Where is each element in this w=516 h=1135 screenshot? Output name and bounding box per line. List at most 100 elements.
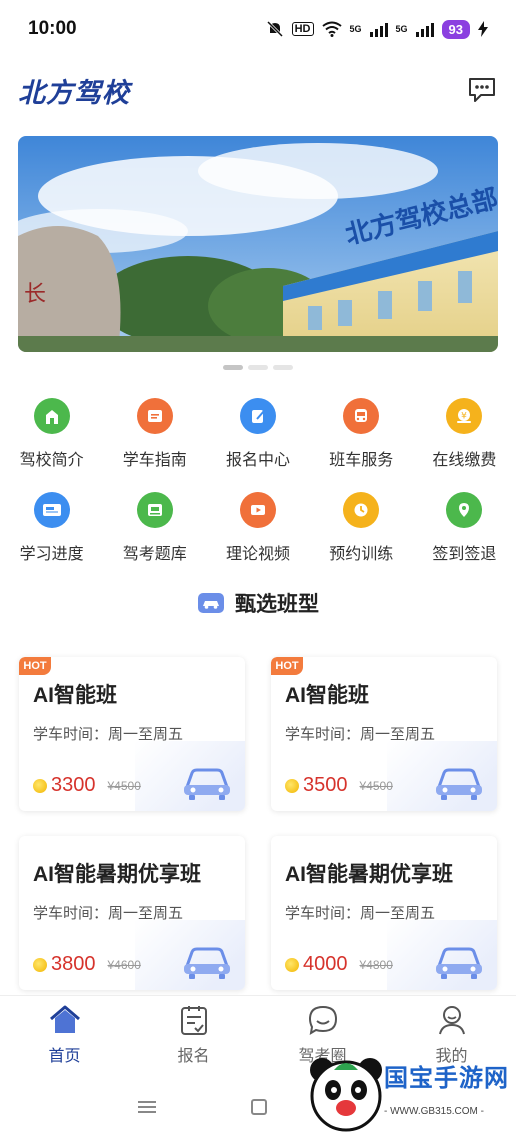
- grid-item-signup-center[interactable]: 报名中心: [206, 398, 309, 470]
- watermark-url: - WWW.GB315.COM -: [384, 1106, 484, 1117]
- grid-item-booking-training[interactable]: 预约训练: [310, 492, 413, 564]
- car-badge-icon: [198, 593, 224, 613]
- grid-label: 签到签退: [432, 546, 497, 563]
- signal-icon-2: [415, 21, 434, 37]
- payment-icon: ¥: [446, 398, 483, 434]
- grid-label: 驾校简介: [19, 452, 84, 469]
- price-row: 3800 ¥4600: [33, 953, 141, 976]
- panda-logo: [310, 1058, 382, 1132]
- banner-image: 长 北方驾校总部: [18, 136, 498, 352]
- class-title: AI智能班: [285, 684, 369, 707]
- tab-label: 报名: [177, 1048, 210, 1065]
- grid-item-check-in-out[interactable]: 签到签退: [413, 492, 516, 564]
- wifi-icon: [321, 21, 342, 37]
- grid-item-school-intro[interactable]: 驾校简介: [0, 398, 103, 470]
- class-card[interactable]: AI智能暑期优享班 学车时间：周一至周五 4000 ¥4800: [271, 836, 497, 990]
- status-bar: 10:00 HD 5G 5G 93: [0, 0, 516, 58]
- message-icon: [469, 78, 495, 102]
- original-price: ¥4600: [107, 957, 141, 972]
- grid-label: 学车指南: [122, 452, 187, 469]
- progress-icon: [33, 492, 70, 528]
- carousel-dot[interactable]: [248, 365, 268, 370]
- mute-bell-icon: [266, 20, 283, 38]
- network-label-2: 5G: [395, 24, 408, 34]
- bus-icon: [343, 398, 380, 434]
- app-title: 北方驾校: [18, 77, 130, 108]
- car-icon: [184, 768, 230, 800]
- grid-label: 报名中心: [225, 452, 290, 469]
- carousel-indicator[interactable]: [0, 365, 516, 370]
- car-icon: [436, 768, 482, 800]
- tab-label: 首页: [48, 1048, 81, 1065]
- hot-badge: HOT: [271, 657, 303, 675]
- class-title: AI智能班: [33, 684, 117, 707]
- car-icon: [184, 947, 230, 979]
- grid-label: 班车服务: [329, 452, 394, 469]
- feature-grid: 驾校简介 学车指南 报名中心 班车服务 ¥ 在线缴费 学习进度 驾考题库 理论视…: [0, 398, 516, 564]
- message-button[interactable]: [466, 74, 498, 106]
- svg-text:¥: ¥: [462, 412, 468, 422]
- class-title: AI智能暑期优享班: [285, 863, 453, 886]
- app-header: 北方驾校: [0, 62, 516, 118]
- price: 3300: [51, 774, 96, 796]
- question-bank-icon: [136, 492, 173, 528]
- home-icon: [49, 1005, 80, 1033]
- grid-label: 理论视频: [225, 546, 290, 563]
- class-card[interactable]: HOT AI智能班 学车时间：周一至周五 3300 ¥4500: [19, 657, 245, 811]
- coin-icon: [285, 778, 299, 793]
- charging-icon: [478, 21, 488, 37]
- class-schedule: 学车时间：周一至周五: [33, 726, 184, 743]
- class-card[interactable]: HOT AI智能班 学车时间：周一至周五 3500 ¥4500: [271, 657, 497, 811]
- recent-apps-button[interactable]: [137, 1098, 156, 1116]
- status-time: 10:00: [28, 18, 77, 39]
- watermark-text: 国宝手游网: [384, 1065, 509, 1092]
- banner-carousel[interactable]: 长 北方驾校总部: [18, 136, 498, 352]
- grid-label: 在线缴费: [432, 452, 497, 469]
- coin-icon: [33, 778, 47, 793]
- school-icon: [33, 398, 70, 434]
- tab-signup[interactable]: 报名: [129, 996, 258, 1075]
- grid-item-theory-video[interactable]: 理论视频: [206, 492, 309, 564]
- home-button[interactable]: [250, 1098, 267, 1115]
- grid-item-online-payment[interactable]: ¥ 在线缴费: [413, 398, 516, 470]
- class-schedule: 学车时间：周一至周五: [33, 905, 184, 922]
- grid-label: 学习进度: [19, 546, 84, 563]
- carousel-dot[interactable]: [223, 365, 243, 370]
- watermark: 国宝手游网 - WWW.GB315.COM -: [300, 1048, 516, 1135]
- hot-badge: HOT: [19, 657, 51, 675]
- tab-home[interactable]: 首页: [0, 996, 129, 1075]
- grid-item-learning-progress[interactable]: 学习进度: [0, 492, 103, 564]
- signup-clipboard-icon: [180, 1006, 207, 1035]
- battery-indicator: 93: [441, 19, 470, 39]
- section-title: 甄选班型: [235, 593, 319, 616]
- price: 4000: [303, 953, 348, 975]
- original-price: ¥4500: [359, 778, 393, 793]
- video-icon: [239, 492, 276, 528]
- grid-item-learning-guide[interactable]: 学车指南: [103, 398, 206, 470]
- price-row: 3500 ¥4500: [285, 774, 393, 797]
- original-price: ¥4800: [359, 957, 393, 972]
- class-card[interactable]: AI智能暑期优享班 学车时间：周一至周五 3800 ¥4600: [19, 836, 245, 990]
- signal-icon-1: [369, 21, 388, 37]
- class-schedule: 学车时间：周一至周五: [285, 905, 436, 922]
- chat-icon: [308, 1005, 337, 1035]
- status-icons: HD 5G 5G 93: [266, 19, 488, 39]
- grid-item-question-bank[interactable]: 驾考题库: [103, 492, 206, 564]
- class-title: AI智能暑期优享班: [33, 863, 201, 886]
- price-row: 4000 ¥4800: [285, 953, 393, 976]
- hd-icon: HD: [291, 22, 314, 36]
- price: 3500: [303, 774, 348, 796]
- price: 3800: [51, 953, 96, 975]
- section-header: 甄选班型: [0, 588, 516, 618]
- carousel-dot[interactable]: [273, 365, 293, 370]
- price-row: 3300 ¥4500: [33, 774, 141, 797]
- booking-icon: [343, 492, 380, 528]
- rock-text: 长: [24, 282, 46, 307]
- original-price: ¥4500: [107, 778, 141, 793]
- class-schedule: 学车时间：周一至周五: [285, 726, 436, 743]
- checkin-icon: [446, 492, 483, 528]
- coin-icon: [285, 957, 299, 972]
- grid-label: 预约训练: [329, 546, 394, 563]
- network-label-1: 5G: [349, 24, 362, 34]
- grid-item-shuttle-service[interactable]: 班车服务: [310, 398, 413, 470]
